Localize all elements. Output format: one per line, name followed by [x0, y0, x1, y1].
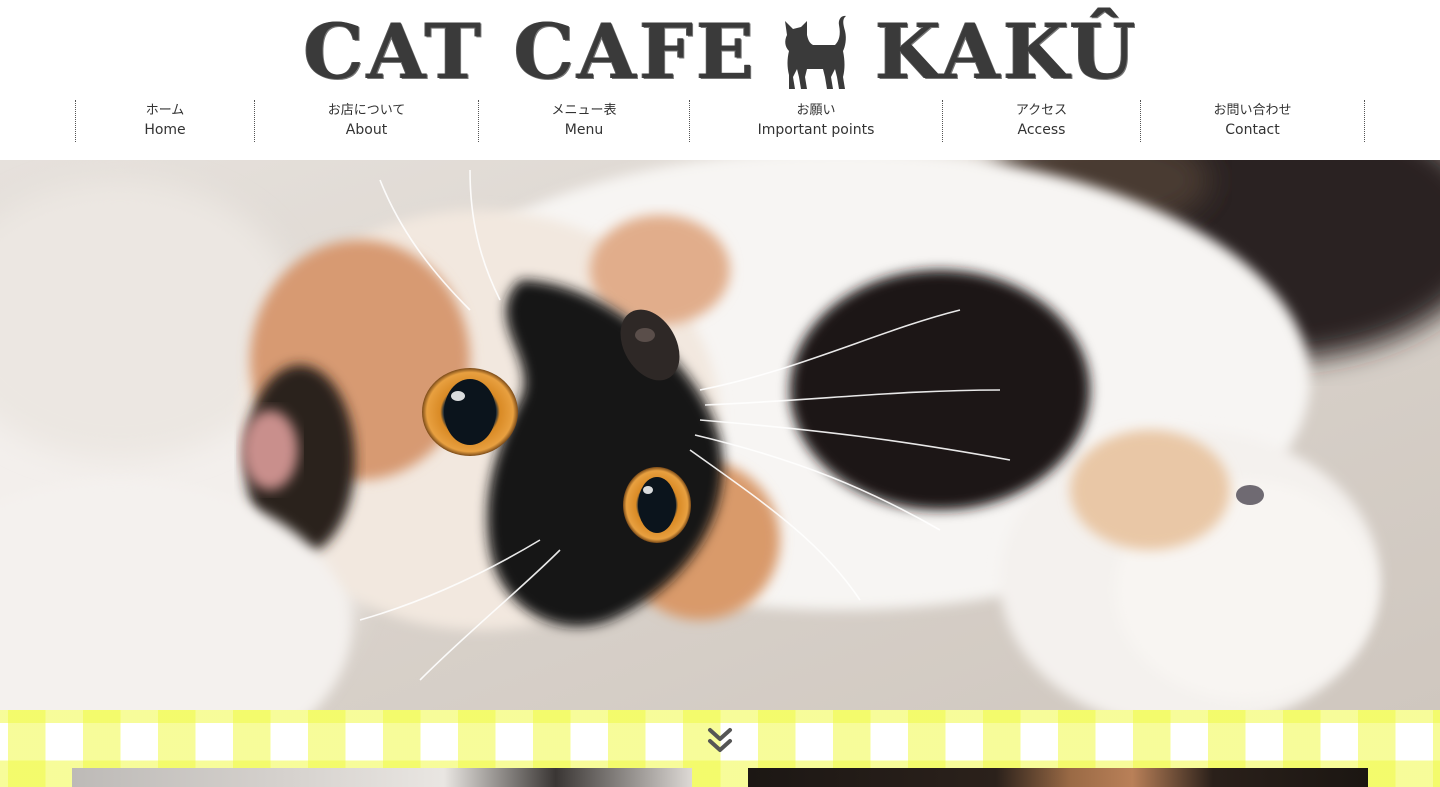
- nav-item-en-label: Access: [1017, 122, 1066, 138]
- calico-cat-photo: [0, 160, 1440, 710]
- nav-item-menu[interactable]: メニュー表 Menu: [479, 100, 689, 142]
- nav-item-important-points[interactable]: お願い Important points: [690, 100, 942, 142]
- nav-item-home[interactable]: ホーム Home: [76, 100, 254, 142]
- nav-item-about[interactable]: お店について About: [255, 100, 478, 142]
- site-logo[interactable]: CAT CAFE KAKÛ: [286, 6, 1156, 98]
- logo-text-left: CAT CAFE: [303, 7, 758, 96]
- nav-item-en-label: About: [345, 122, 388, 138]
- nav-separator: [1364, 100, 1365, 142]
- nav-item-jp-label: お店について: [327, 103, 406, 118]
- nav-item-jp-label: ホーム: [145, 103, 185, 118]
- site-header: CAT CAFE KAKÛ ホーム Home お店について About メニュー…: [0, 0, 1440, 160]
- logo-text-right: KAKÛ: [875, 7, 1139, 96]
- hero-image: [0, 160, 1440, 710]
- nav-item-en-label: Important points: [757, 122, 875, 138]
- content-card-image-right[interactable]: [748, 768, 1368, 787]
- nav-item-en-label: Home: [144, 122, 186, 138]
- double-chevron-down-icon[interactable]: [706, 726, 734, 756]
- cat-silhouette-icon: [785, 15, 847, 89]
- content-card-image-left[interactable]: [72, 768, 692, 787]
- nav-item-jp-label: お願い: [796, 103, 836, 118]
- page: CAT CAFE KAKÛ ホーム Home お店について About メニュー…: [0, 0, 1440, 787]
- nav-item-en-label: Contact: [1225, 122, 1280, 138]
- nav-item-jp-label: メニュー表: [551, 103, 617, 118]
- nav-item-jp-label: お問い合わせ: [1213, 103, 1292, 118]
- nav-item-en-label: Menu: [564, 122, 604, 138]
- nav-item-jp-label: アクセス: [1015, 103, 1068, 118]
- global-nav: ホーム Home お店について About メニュー表 Menu お願い Imp…: [0, 100, 1440, 142]
- nav-item-access[interactable]: アクセス Access: [943, 100, 1140, 142]
- nav-item-contact[interactable]: お問い合わせ Contact: [1141, 100, 1364, 142]
